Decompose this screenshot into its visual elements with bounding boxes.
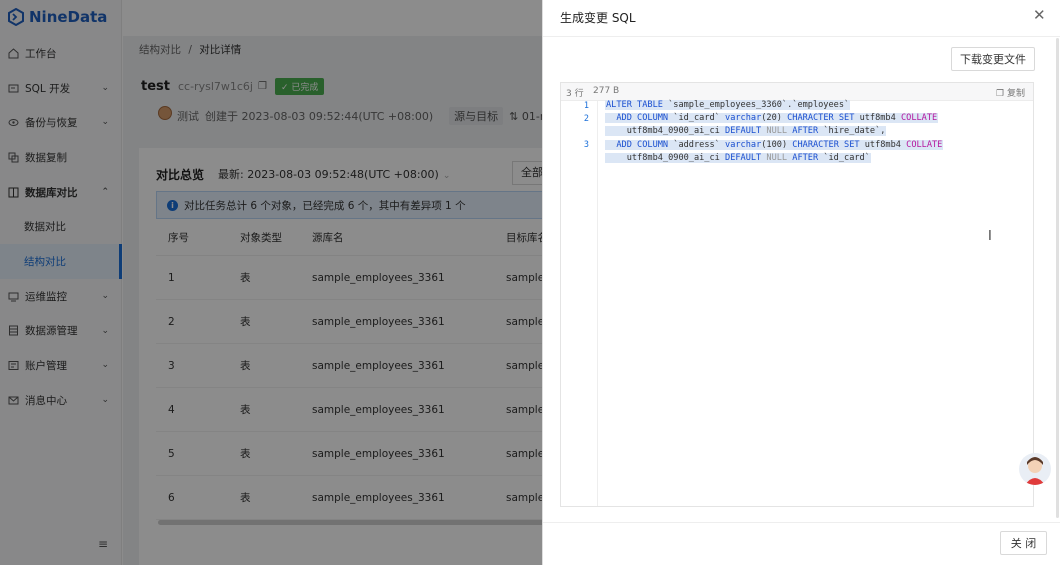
sql-keyword: AFTER <box>787 126 819 137</box>
sql-editor[interactable]: 3 行 277 B ❐ 复制 1 2 3 ALTER TABLE `sample… <box>560 82 1034 507</box>
sql-text: utf8mb4_0900_ai_ci <box>626 152 726 163</box>
modal-overlay[interactable] <box>0 0 542 565</box>
sql-keyword: AFTER <box>787 152 819 163</box>
file-size: 277 B <box>593 86 620 96</box>
sql-text: `address` <box>668 139 726 150</box>
assistant-avatar-icon[interactable] <box>1019 453 1051 485</box>
sql-text: `id_card` <box>668 113 726 124</box>
sql-keyword: ALTER TABLE <box>606 100 663 110</box>
sql-text: (20) <box>761 113 788 124</box>
sql-keyword: NULL <box>761 152 788 163</box>
close-button[interactable]: 关 闭 <box>1000 531 1047 555</box>
divider <box>543 522 1060 523</box>
copy-icon: ❐ <box>996 89 1005 99</box>
app-window: NineData 工作台 SQL 开发 ⌄ 备份与恢复 ⌄ 数据复制 数据库对比… <box>0 0 1060 565</box>
sql-text: `id_card` <box>818 152 870 163</box>
sql-text: (100) <box>761 139 793 150</box>
sql-keyword: CHARACTER SET <box>787 113 855 124</box>
line-number: 3 <box>583 140 589 150</box>
code-line: ADD COLUMN `address` varchar(100) CHARAC… <box>605 139 944 152</box>
sql-keyword: ADD COLUMN <box>616 113 669 124</box>
sql-text: utf8mb4 <box>854 113 901 124</box>
sql-keyword: varchar <box>725 113 762 124</box>
sql-text: `hire_date`, <box>818 126 886 137</box>
code-line: ALTER TABLE `sample_employees_3360`.`emp… <box>605 99 943 112</box>
sql-keyword: COLLATE <box>900 113 938 124</box>
sql-text: utf8mb4 <box>859 139 907 150</box>
code-line: ADD COLUMN `id_card` varchar(20) CHARACT… <box>605 112 943 125</box>
code-line: utf8mb4_0900_ai_ci DEFAULT NULL AFTER `i… <box>605 152 943 165</box>
sql-keyword: ADD COLUMN <box>616 139 669 150</box>
text-cursor-icon: I <box>988 229 992 244</box>
sql-keyword: DEFAULT <box>725 152 762 163</box>
sql-keyword: DEFAULT <box>725 126 762 137</box>
line-count: 3 行 <box>566 89 584 99</box>
sql-drawer: 生成变更 SQL ✕ 下载变更文件 3 行 277 B ❐ 复制 1 2 3 A… <box>542 0 1060 565</box>
copy-button[interactable]: ❐ 复制 <box>996 86 1025 99</box>
sql-text: `sample_employees_3360`.`employees` <box>662 100 850 110</box>
code-line: utf8mb4_0900_ai_ci DEFAULT NULL AFTER `h… <box>605 125 943 138</box>
close-icon[interactable]: ✕ <box>1033 6 1046 24</box>
copy-label: 复制 <box>1006 89 1025 99</box>
drawer-title: 生成变更 SQL <box>560 11 636 25</box>
vertical-scrollbar[interactable] <box>1056 38 1059 518</box>
divider <box>543 36 1060 37</box>
sql-keyword: NULL <box>761 126 788 137</box>
sql-keyword: CHARACTER SET <box>792 139 860 150</box>
sql-code: ALTER TABLE `sample_employees_3360`.`emp… <box>605 99 944 165</box>
sql-keyword: varchar <box>725 139 762 150</box>
download-button[interactable]: 下载变更文件 <box>951 47 1035 71</box>
sql-text: utf8mb4_0900_ai_ci <box>626 126 726 137</box>
line-number: 2 <box>583 114 589 124</box>
line-gutter: 1 2 3 <box>561 101 598 506</box>
line-number: 1 <box>583 101 589 111</box>
sql-keyword: COLLATE <box>906 139 943 150</box>
